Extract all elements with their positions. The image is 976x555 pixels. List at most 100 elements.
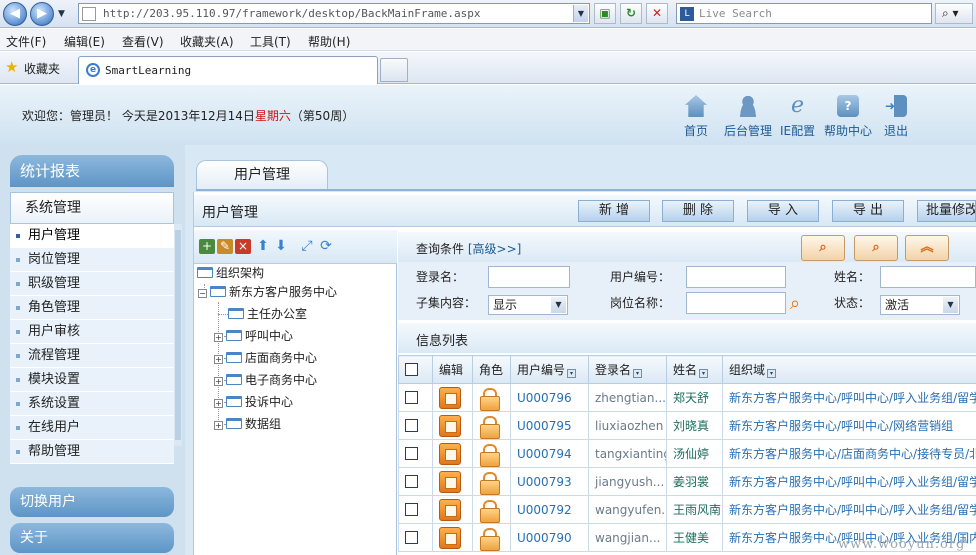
lock-icon[interactable] [479, 443, 500, 467]
sidebar-item-position-management[interactable]: 岗位管理 [10, 248, 174, 272]
tree-node-company[interactable]: − 新东方客户服务中心 [198, 283, 337, 301]
user-no-input[interactable] [686, 266, 786, 288]
edit-icon[interactable] [439, 526, 461, 549]
tree-node-call-center[interactable]: + 呼叫中心 [214, 327, 293, 345]
menu-help[interactable]: 帮助(H) [308, 33, 350, 50]
menu-edit[interactable]: 编辑(E) [64, 33, 105, 50]
sidebar-section-system[interactable]: 系统管理 [10, 192, 174, 224]
edit-icon[interactable] [439, 414, 461, 437]
lock-icon[interactable] [479, 527, 500, 551]
sidebar-item-user-management[interactable]: 用户管理 [10, 224, 174, 248]
sidebar-item-help-management[interactable]: 帮助管理 [10, 440, 174, 464]
sidebar-item-user-review[interactable]: 用户审核 [10, 320, 174, 344]
nav-help-center[interactable]: ? 帮助中心 [824, 95, 872, 139]
forward-button[interactable]: ▶ [30, 2, 54, 26]
menu-tools[interactable]: 工具(T) [250, 33, 291, 50]
edit-icon[interactable] [439, 386, 461, 409]
sidebar-item-rank-management[interactable]: 职级管理 [10, 272, 174, 296]
tree-refresh-icon[interactable]: ⟳ [318, 239, 334, 254]
menu-view[interactable]: 查看(V) [122, 33, 164, 50]
sort-icon[interactable]: ▾ [633, 369, 643, 378]
compat-view-icon[interactable]: ▣ [594, 3, 616, 24]
nav-ie-config[interactable]: e IE配置 [780, 95, 815, 139]
sort-icon[interactable]: ▾ [567, 369, 577, 378]
collapse-icon[interactable]: − [198, 289, 207, 298]
sidebar-scrollbar[interactable] [174, 224, 182, 446]
tree-move-up-icon[interactable]: ⬆ [255, 239, 271, 254]
tree-expand-icon[interactable]: ⤢ [299, 239, 315, 254]
back-button[interactable]: ◀ [3, 2, 27, 26]
tree-node-data-group[interactable]: + 数据组 [214, 415, 281, 433]
row-checkbox[interactable] [405, 502, 418, 516]
search-icon[interactable]: ⌕ [854, 235, 898, 261]
tree-add-icon[interactable]: + [199, 239, 215, 254]
subset-select[interactable]: 显示 ▼ [488, 295, 568, 315]
search-button[interactable]: ⌕ ▾ [935, 3, 973, 24]
col-name[interactable]: 姓名 ▾ [666, 355, 723, 384]
batch-edit-button[interactable]: 批量修改 [917, 200, 976, 222]
row-checkbox[interactable] [405, 418, 418, 432]
expand-icon[interactable]: + [214, 399, 223, 408]
expand-icon[interactable]: + [214, 333, 223, 342]
tree-node-root[interactable]: 组织架构 [197, 264, 264, 282]
refresh-icon[interactable]: ↻ [620, 3, 642, 24]
nav-logout[interactable]: ➜ 退出 [884, 95, 908, 139]
history-dropdown-icon[interactable]: ▼ [58, 9, 65, 19]
expand-icon[interactable]: + [214, 355, 223, 364]
sidebar-section-stats[interactable]: 统计报表 [10, 155, 174, 187]
row-checkbox[interactable] [405, 390, 418, 404]
name-input[interactable] [880, 266, 976, 288]
sort-icon[interactable]: ▾ [767, 369, 777, 378]
advanced-query-link[interactable]: [高级>>] [468, 242, 521, 256]
sidebar-item-system-settings[interactable]: 系统设置 [10, 392, 174, 416]
export-button[interactable]: 导 出 [832, 200, 904, 222]
col-login[interactable]: 登录名 ▾ [588, 355, 667, 384]
stop-icon[interactable]: ✕ [646, 3, 668, 24]
sidebar-item-module-settings[interactable]: 模块设置 [10, 368, 174, 392]
status-select[interactable]: 激活 ▼ [880, 295, 960, 315]
tree-node-store-center[interactable]: + 店面商务中心 [214, 349, 317, 367]
url-dropdown-icon[interactable]: ▼ [573, 5, 588, 22]
row-checkbox[interactable] [405, 530, 418, 544]
expand-icon[interactable]: + [214, 421, 223, 430]
tree-delete-icon[interactable]: × [235, 239, 251, 254]
position-lookup-icon[interactable]: ⌕ [790, 293, 800, 314]
tab-user-management[interactable]: 用户管理 [196, 160, 328, 190]
import-button[interactable]: 导 入 [747, 200, 819, 222]
sidebar-scroll-thumb[interactable] [175, 230, 181, 440]
search-list-icon[interactable]: ⌕ [801, 235, 845, 261]
col-user-no[interactable]: 用户编号 ▾ [510, 355, 589, 384]
sidebar-switch-user[interactable]: 切换用户 [10, 487, 174, 517]
menu-file[interactable]: 文件(F) [6, 33, 46, 50]
edit-icon[interactable] [439, 470, 461, 493]
col-org[interactable]: 组织域 ▾ [722, 355, 976, 384]
tree-node-ecommerce-center[interactable]: + 电子商务中心 [214, 371, 317, 389]
lock-icon[interactable] [479, 471, 500, 495]
tree-move-down-icon[interactable]: ⬇ [273, 239, 289, 254]
delete-button[interactable]: 删 除 [662, 200, 734, 222]
tree-node-complaint-center[interactable]: + 投诉中心 [214, 393, 293, 411]
nav-admin[interactable]: 后台管理 [724, 95, 772, 139]
collapse-query-icon[interactable]: ︽ [905, 235, 949, 261]
row-checkbox[interactable] [405, 474, 418, 488]
login-input[interactable] [488, 266, 570, 288]
position-input[interactable] [686, 292, 786, 314]
url-field[interactable]: http://203.95.110.97/framework/desktop/B… [78, 3, 590, 24]
live-search-input[interactable]: L Live Search [676, 3, 932, 24]
expand-icon[interactable]: + [214, 377, 223, 386]
lock-icon[interactable] [479, 387, 500, 411]
lock-icon[interactable] [479, 415, 500, 439]
browser-tab-active[interactable]: e SmartLearning [78, 56, 378, 84]
edit-icon[interactable] [439, 498, 461, 521]
sidebar-about[interactable]: 关于 [10, 523, 174, 553]
edit-icon[interactable] [439, 442, 461, 465]
nav-home[interactable]: 首页 [684, 95, 708, 139]
tree-node-director-office[interactable]: 主任办公室 [228, 305, 307, 323]
row-checkbox[interactable] [405, 446, 418, 460]
lock-icon[interactable] [479, 499, 500, 523]
sort-icon[interactable]: ▾ [699, 369, 709, 378]
favorites-star-icon[interactable]: ★ [5, 60, 18, 75]
menu-favorites[interactable]: 收藏夹(A) [180, 33, 234, 50]
sidebar-item-online-users[interactable]: 在线用户 [10, 416, 174, 440]
add-button[interactable]: 新 增 [578, 200, 650, 222]
